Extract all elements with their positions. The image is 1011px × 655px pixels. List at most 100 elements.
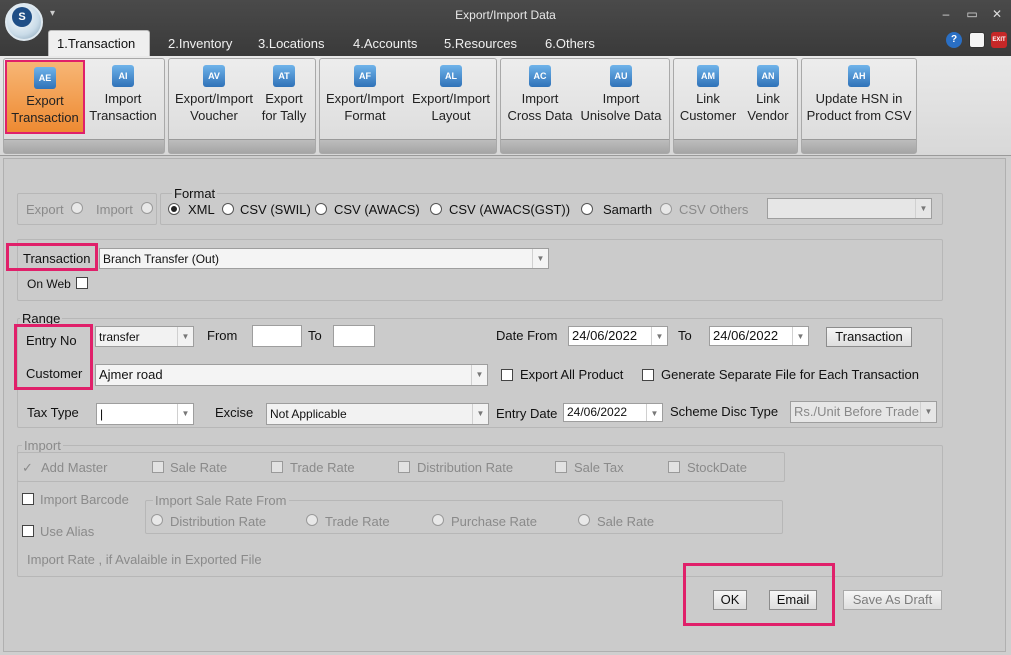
rate-from-sale-radio[interactable]	[578, 514, 590, 526]
format-csv-others-radio[interactable]	[660, 203, 672, 215]
import-barcode-checkbox[interactable]	[22, 493, 34, 505]
help-icon[interactable]: ?	[946, 32, 962, 48]
export-transaction-label-2: Transaction	[11, 110, 79, 125]
entry-no-select[interactable]: transfer ▼	[95, 326, 194, 347]
csv-others-select[interactable]: ▼	[767, 198, 932, 219]
ok-button[interactable]: OK	[713, 590, 747, 610]
link-customer-label-2: Customer	[679, 108, 737, 123]
tab-accounts[interactable]: 4.Accounts	[345, 31, 425, 56]
import-transaction-button[interactable]: AI Import Transaction	[86, 60, 160, 134]
import-transaction-label-2: Transaction	[89, 108, 157, 123]
sale-tax-checkbox[interactable]	[555, 461, 567, 473]
chevron-down-icon: ▼	[177, 327, 193, 346]
hsn-icon: AH	[848, 65, 870, 87]
exit-icon[interactable]: EXIT	[991, 32, 1007, 48]
sale-rate-label: Sale Rate	[170, 460, 228, 475]
transaction-select[interactable]: Branch Transfer (Out) ▼	[99, 248, 549, 269]
date-from-picker[interactable]: 24/06/2022 ▼	[568, 326, 668, 346]
rate-from-trade-radio[interactable]	[306, 514, 318, 526]
tally-icon: AT	[273, 65, 295, 87]
sale-rate-checkbox[interactable]	[152, 461, 164, 473]
hsn-label-2: Product from CSV	[806, 108, 912, 123]
unisolve-label-2: Unisolve Data	[580, 108, 662, 123]
minimize-button[interactable]: –	[937, 7, 955, 21]
distribution-rate-label: Distribution Rate	[417, 460, 514, 475]
chevron-down-icon: ▼	[532, 249, 548, 268]
export-import-format-button[interactable]: AF Export/Import Format	[322, 60, 408, 134]
format-samarth-radio[interactable]	[581, 203, 593, 215]
transaction-button[interactable]: Transaction	[826, 327, 912, 347]
separate-file-label: Generate Separate File for Each Transact…	[661, 367, 919, 382]
entry-date-picker[interactable]: 24/06/2022 ▼	[563, 403, 663, 422]
use-alias-checkbox[interactable]	[22, 525, 34, 537]
voucher-label-1: Export/Import	[174, 91, 254, 106]
tab-transaction[interactable]: 1.Transaction	[48, 30, 150, 56]
maximize-button[interactable]: ▭	[963, 7, 981, 21]
to-input[interactable]	[333, 325, 375, 347]
tab-others[interactable]: 6.Others	[537, 31, 603, 56]
customer-value: Ajmer road	[99, 367, 163, 382]
date-to-picker[interactable]: 24/06/2022 ▼	[709, 326, 809, 346]
unisolve-label-1: Import	[602, 91, 640, 106]
window-title: Export/Import Data	[455, 8, 556, 22]
tab-locations[interactable]: 3.Locations	[250, 31, 333, 56]
layout-icon: AL	[440, 65, 462, 87]
rate-from-distribution-label: Distribution Rate	[170, 514, 267, 529]
stock-date-checkbox[interactable]	[668, 461, 680, 473]
rate-from-sale-label: Sale Rate	[597, 514, 655, 529]
format-icon: AF	[354, 65, 376, 87]
email-button[interactable]: Email	[769, 590, 817, 610]
link-vendor-button[interactable]: AN Link Vendor	[742, 60, 794, 134]
chevron-down-icon: ▼	[915, 199, 931, 218]
format-xml-label: XML	[188, 202, 215, 217]
export-mode-radio[interactable]	[71, 202, 83, 214]
trade-rate-checkbox[interactable]	[271, 461, 283, 473]
import-mode-radio[interactable]	[141, 202, 153, 214]
chevron-down-icon: ▼	[646, 404, 662, 421]
tax-type-select[interactable]: | ▼	[96, 403, 194, 425]
customer-label: Customer	[26, 366, 83, 381]
export-for-tally-button[interactable]: AT Export for Tally	[256, 60, 312, 134]
import-cross-data-button[interactable]: AC Import Cross Data	[503, 60, 577, 134]
tab-inventory[interactable]: 2.Inventory	[160, 31, 240, 56]
rate-from-purchase-radio[interactable]	[432, 514, 444, 526]
format-csv-awacs-radio[interactable]	[315, 203, 327, 215]
save-as-draft-button[interactable]: Save As Draft	[843, 590, 942, 610]
export-import-layout-button[interactable]: AL Export/Import Layout	[409, 60, 493, 134]
update-hsn-button[interactable]: AH Update HSN in Product from CSV	[804, 60, 914, 134]
tab-resources[interactable]: 5.Resources	[436, 31, 525, 56]
export-transaction-icon: AE	[34, 67, 56, 89]
voucher-icon: AV	[203, 65, 225, 87]
excise-label: Excise	[215, 405, 254, 420]
tally-label-2: for Tally	[261, 108, 307, 123]
add-master-check-icon[interactable]: ✓	[22, 460, 33, 476]
format-csv-swil-radio[interactable]	[222, 203, 234, 215]
date-to-label: To	[678, 328, 692, 343]
link-customer-button[interactable]: AM Link Customer	[676, 60, 740, 134]
distribution-rate-checkbox[interactable]	[398, 461, 410, 473]
export-transaction-button[interactable]: AE Export Transaction	[5, 60, 85, 134]
export-import-voucher-button[interactable]: AV Export/Import Voucher	[172, 60, 256, 134]
on-web-checkbox[interactable]	[76, 277, 88, 289]
export-all-product-checkbox[interactable]	[501, 369, 513, 381]
close-button[interactable]: ✕	[988, 7, 1006, 21]
format-xml-radio[interactable]	[168, 203, 180, 215]
from-input[interactable]	[252, 325, 302, 347]
scheme-disc-label: Scheme Disc Type	[670, 404, 779, 419]
scheme-disc-select[interactable]: Rs./Unit Before Trade ▼	[790, 401, 937, 423]
use-alias-label: Use Alias	[40, 524, 95, 539]
import-barcode-label: Import Barcode	[40, 492, 129, 507]
separate-file-checkbox[interactable]	[642, 369, 654, 381]
hsn-label-1: Update HSN in	[815, 91, 903, 106]
format-csv-others-label: CSV Others	[679, 202, 749, 217]
transaction-value: Branch Transfer (Out)	[103, 252, 220, 266]
excise-select[interactable]: Not Applicable ▼	[266, 403, 489, 425]
import-unisolve-data-button[interactable]: AU Import Unisolve Data	[578, 60, 664, 134]
notes-icon[interactable]	[969, 32, 985, 48]
customer-select[interactable]: Ajmer road ▼	[95, 364, 488, 386]
format-csv-awacs-gst-radio[interactable]	[430, 203, 442, 215]
rate-from-distribution-radio[interactable]	[151, 514, 163, 526]
from-label: From	[207, 328, 238, 343]
link-vendor-label-2: Vendor	[747, 108, 789, 123]
format-label-2: Format	[344, 108, 386, 123]
